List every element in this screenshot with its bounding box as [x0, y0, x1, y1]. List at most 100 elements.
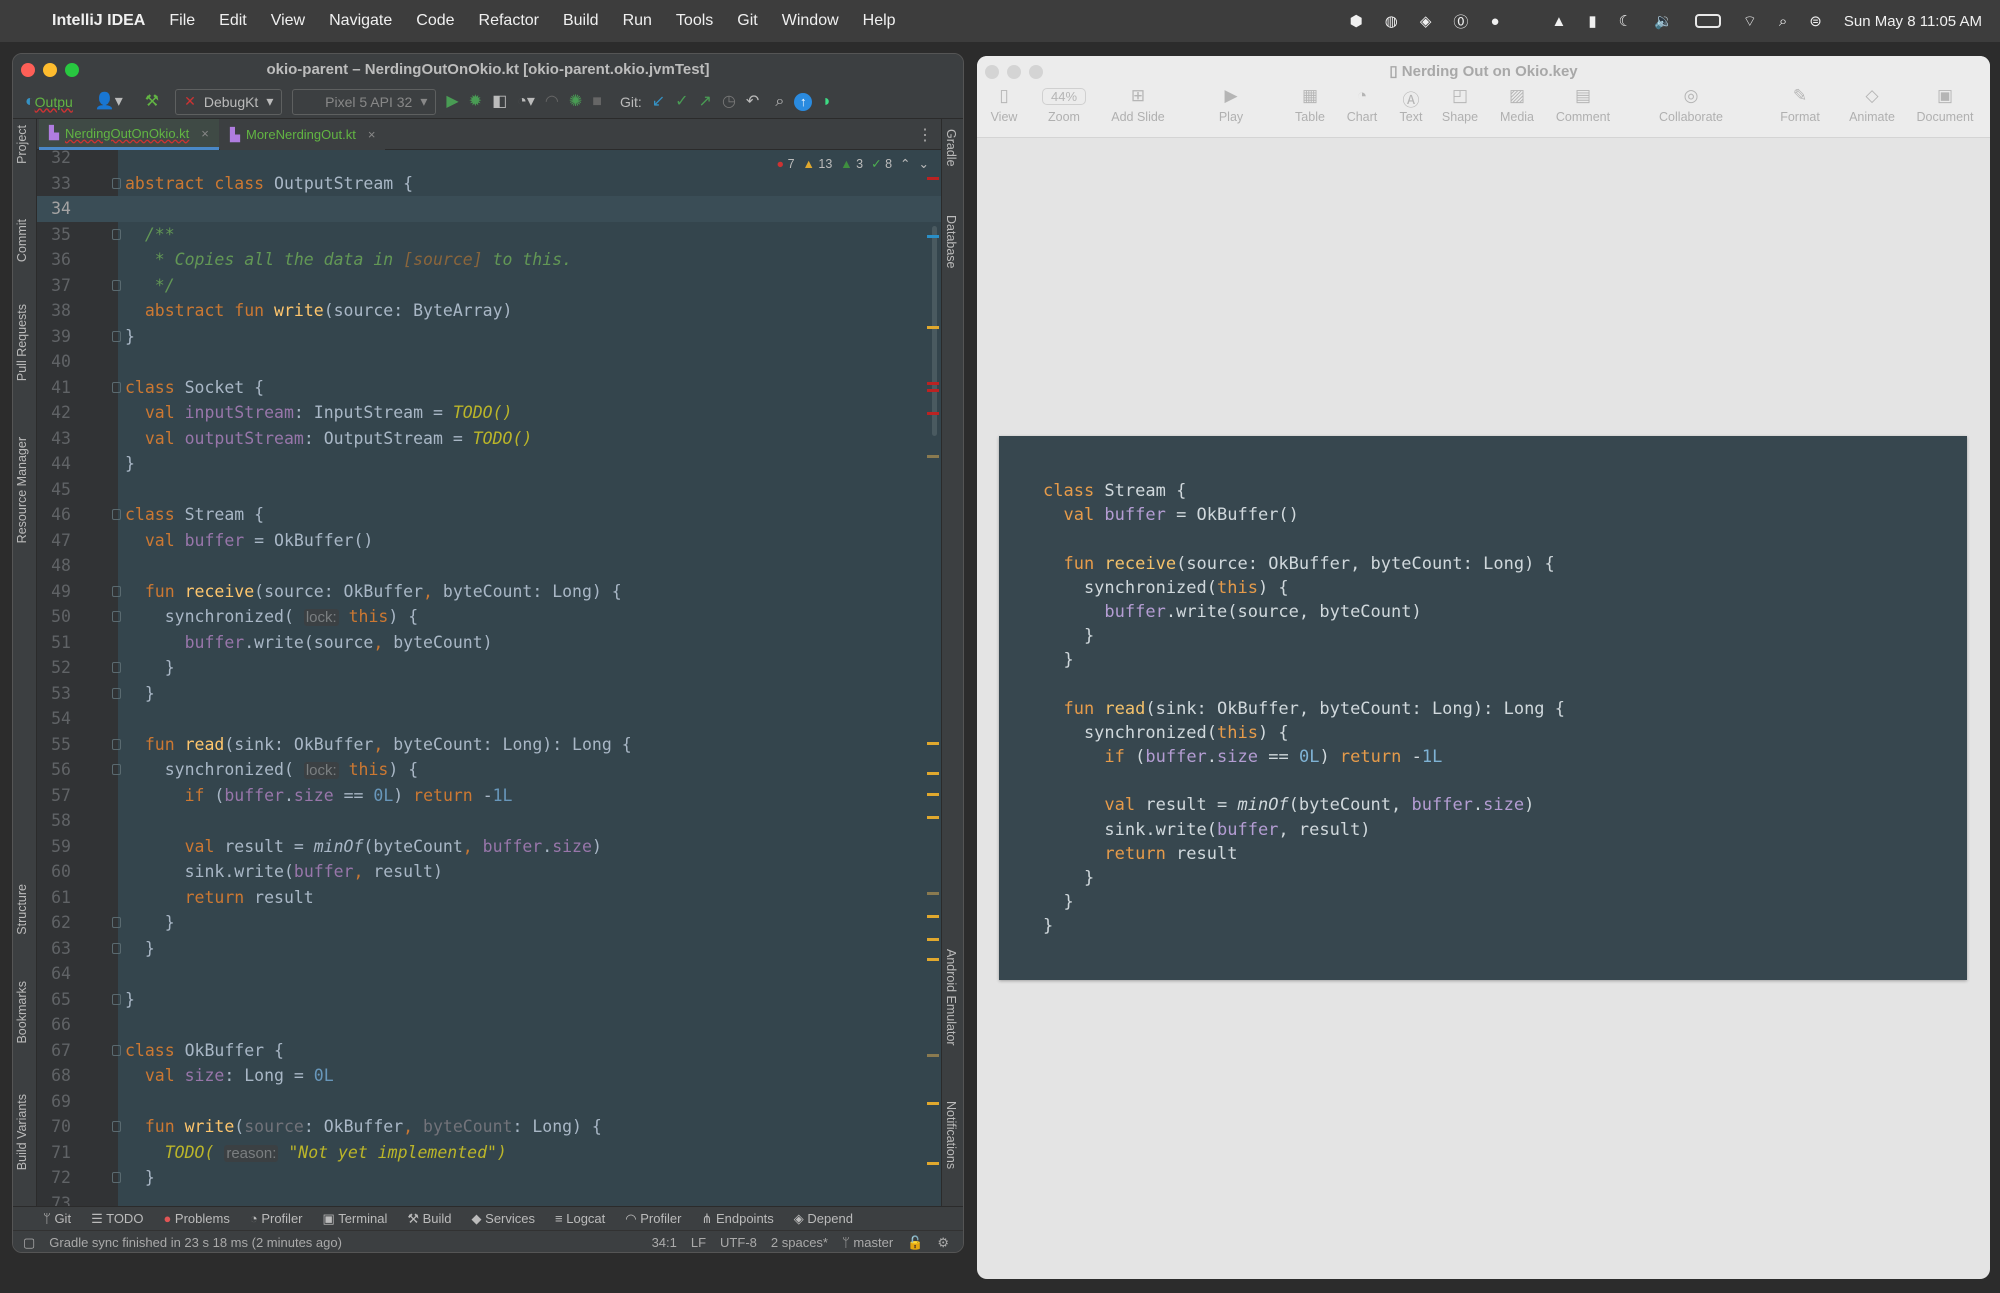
device-dropdown[interactable]: Pixel 5 API 32 ▾ [292, 88, 437, 115]
tool-android-emulator[interactable]: Android Emulator [944, 949, 958, 1046]
more-tabs-icon[interactable]: ⋮ [917, 125, 933, 145]
code-line[interactable]: 48 [37, 553, 941, 579]
previous-highlight-icon[interactable]: ⌃ [900, 156, 910, 171]
code-line[interactable]: 58 [37, 808, 941, 834]
menu-run[interactable]: Run [623, 12, 652, 30]
menu-navigate[interactable]: Navigate [329, 12, 392, 30]
run-configuration-dropdown[interactable]: ✕ DebugKt ▾ [175, 88, 283, 115]
code-line[interactable]: 41 class Socket { [37, 375, 941, 401]
code-line[interactable]: 56 synchronized( lock: this) { [37, 757, 941, 783]
update-icon[interactable]: ↑ [794, 92, 813, 111]
control-center-icon[interactable]: ⊜ [1809, 12, 1822, 30]
spotlight-search-icon[interactable]: ⌕ [1779, 13, 1787, 30]
sync-icon[interactable]: ◈ [1420, 12, 1432, 30]
status-message[interactable]: Gradle sync finished in 23 s 18 ms (2 mi… [49, 1235, 342, 1250]
fold-marker-icon[interactable] [112, 1044, 121, 1056]
fold-marker-icon[interactable] [112, 228, 121, 240]
code-line[interactable]: 61 return result [37, 885, 941, 911]
code-line[interactable]: 70 fun write(source: OkBuffer, byteCount… [37, 1114, 941, 1140]
weak-warning-marker[interactable] [927, 455, 939, 458]
moon-icon[interactable]: ☾ [1619, 12, 1632, 30]
git-rollback-icon[interactable]: ↶ [746, 93, 759, 110]
error-marker[interactable] [927, 177, 939, 180]
close-tab-icon[interactable]: × [201, 126, 209, 141]
fold-marker-icon[interactable] [112, 993, 121, 1005]
git-history-icon[interactable]: ◷ [722, 93, 736, 110]
tool-database[interactable]: Database [944, 215, 958, 269]
tab-morenerdingout[interactable]: ▙ MoreNerdingOut.kt × [220, 119, 386, 150]
code-line[interactable]: 59 val result = minOf(byteCount, buffer.… [37, 834, 941, 860]
tool-problems[interactable]: ● Problems [163, 1211, 229, 1226]
search-icon[interactable]: ⌕ [775, 93, 784, 110]
menu-tools[interactable]: Tools [676, 12, 713, 30]
volume-icon[interactable]: 🔉 [1654, 12, 1673, 30]
tool-gradle[interactable]: Gradle [944, 129, 958, 167]
code-line[interactable]: 52 } [37, 655, 941, 681]
line-separator[interactable]: LF [691, 1235, 706, 1251]
error-marker[interactable] [927, 389, 939, 392]
code-line[interactable]: 51 buffer.write(source, byteCount) [37, 630, 941, 656]
close-tab-icon[interactable]: × [368, 127, 376, 142]
slide-canvas[interactable]: class Stream { val buffer = OkBuffer() f… [999, 436, 1967, 980]
code-line[interactable]: 37 */ [37, 273, 941, 299]
tool-commit[interactable]: Commit [15, 219, 29, 262]
code-line[interactable]: 36 * Copies all the data in [source] to … [37, 247, 941, 273]
menu-refactor[interactable]: Refactor [479, 12, 539, 30]
vcs-branch[interactable]: ᛘ master [842, 1235, 893, 1251]
menu-help[interactable]: Help [863, 12, 896, 30]
code-line[interactable]: 57 if (buffer.size == 0L) return -1L [37, 783, 941, 809]
code-line[interactable]: 63 } [37, 936, 941, 962]
code-editor[interactable]: 32 33 abstract class OutputStream {34 35 /*… [37, 150, 941, 1206]
tool-bookmarks[interactable]: Bookmarks [15, 981, 29, 1044]
error-marker[interactable] [927, 382, 939, 385]
warning-marker[interactable] [927, 793, 939, 796]
battery-icon[interactable] [1694, 14, 1721, 28]
code-line[interactable]: 54 [37, 706, 941, 732]
menu-file[interactable]: File [169, 12, 195, 30]
play-button[interactable]: ▶ Play [1186, 86, 1276, 124]
code-line[interactable]: 73 [37, 1191, 941, 1207]
run-config-selector[interactable]: ◐ Outpu [19, 90, 79, 114]
minimize-window-button[interactable] [43, 63, 57, 77]
build-hammer-icon[interactable]: ⚒ [139, 90, 165, 114]
fold-marker-icon[interactable] [112, 687, 121, 699]
warning-marker[interactable] [927, 1162, 939, 1165]
warnings-count[interactable]: ▲ 13 [803, 157, 833, 171]
fold-marker-icon[interactable] [112, 738, 121, 750]
code-line[interactable]: 68 val size: Long = 0L [37, 1063, 941, 1089]
warning-marker[interactable] [927, 742, 939, 745]
code-line[interactable]: 53 } [37, 681, 941, 707]
phone-icon[interactable]: ▮ [1588, 12, 1596, 30]
comment-button[interactable]: ▤ Comment [1538, 86, 1628, 124]
weak-warning-marker[interactable] [927, 1054, 939, 1057]
collaborate-button[interactable]: ◎ Collaborate [1646, 86, 1736, 124]
tool-endpoints[interactable]: ⋔ Endpoints [701, 1211, 773, 1227]
code-line[interactable]: 39} [37, 324, 941, 350]
next-highlight-icon[interactable]: ⌄ [919, 156, 929, 171]
code-line[interactable]: 66 [37, 1012, 941, 1038]
error-marker[interactable] [927, 412, 939, 415]
warning-marker[interactable] [927, 958, 939, 961]
fold-marker-icon[interactable] [112, 1172, 121, 1183]
code-line[interactable]: 38 abstract fun write(source: ByteArray) [37, 298, 941, 324]
android-studio-icon[interactable]: ◗ [822, 93, 832, 110]
menu-build[interactable]: Build [563, 12, 599, 30]
debug-icon[interactable]: ✹ [469, 93, 482, 110]
code-line[interactable]: 33 abstract class OutputStream { [37, 171, 941, 197]
clock[interactable]: Sun May 8 11:05 AM [1844, 13, 1982, 30]
menu-app-name[interactable]: IntelliJ IDEA [52, 12, 145, 30]
warning-marker[interactable] [927, 326, 939, 329]
menu-edit[interactable]: Edit [219, 12, 247, 30]
code-line[interactable]: 71 TODO( reason: "Not yet implemented") [37, 1140, 941, 1166]
code-line[interactable]: 72 } [37, 1165, 941, 1191]
password-manager-icon[interactable]: ⓪ [1453, 11, 1468, 32]
code-line[interactable]: 55 fun read(sink: OkBuffer, byteCount: L… [37, 732, 941, 758]
tool-resource-manager[interactable]: Resource Manager [15, 437, 29, 543]
fold-marker-icon[interactable] [112, 611, 121, 622]
code-line[interactable]: 47 val buffer = OkBuffer() [37, 528, 941, 554]
tool-profiler[interactable]: ◔ Profiler [250, 1211, 303, 1226]
toggle-tool-windows-icon[interactable]: ▢ [23, 1235, 35, 1251]
weak-warning-marker[interactable] [927, 892, 939, 895]
code-line[interactable]: 60 sink.write(buffer, result) [37, 859, 941, 885]
menu-code[interactable]: Code [416, 12, 454, 30]
